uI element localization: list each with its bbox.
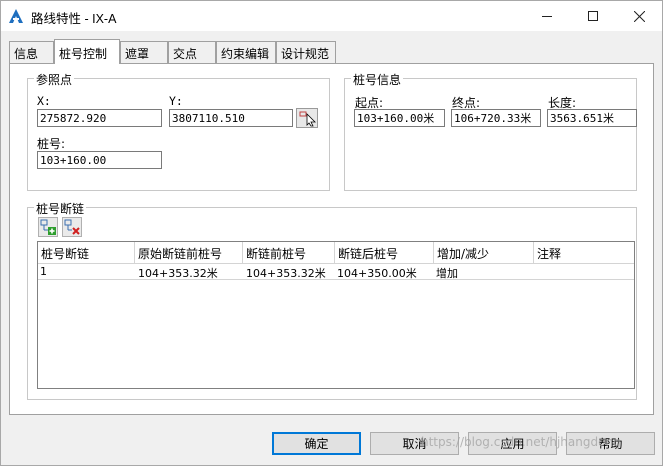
column-header[interactable]: 桩号断链 xyxy=(38,242,135,264)
x-label: X: xyxy=(37,94,51,108)
tab-strip: 信息 桩号控制 遮罩 交点 约束编辑 设计规范 xyxy=(9,39,654,64)
column-header[interactable]: 断链前桩号 xyxy=(243,242,335,264)
column-header[interactable]: 增加/减少 xyxy=(434,242,534,264)
table-row[interactable]: 1 104+353.32米 104+353.32米 104+350.00米 增加 xyxy=(38,264,634,280)
tab-design-criteria[interactable]: 设计规范 xyxy=(276,41,336,63)
station-info-title: 桩号信息 xyxy=(351,71,404,88)
column-header[interactable]: 原始断链前桩号 xyxy=(135,242,243,264)
direction-cell[interactable]: 增加 xyxy=(436,265,458,281)
cancel-button[interactable]: 取消 xyxy=(370,432,459,455)
ahead-station-cell[interactable]: 104+350.00米 xyxy=(337,265,417,281)
station-label: 桩号: xyxy=(37,137,66,151)
tab-masks[interactable]: 遮罩 xyxy=(120,41,168,63)
minimize-button[interactable] xyxy=(524,1,570,31)
add-equation-icon xyxy=(40,219,56,235)
station-equations-title: 桩号断链 xyxy=(34,200,87,217)
close-button[interactable] xyxy=(616,1,662,31)
delete-equation-button[interactable] xyxy=(62,217,82,237)
x-field[interactable] xyxy=(37,109,162,127)
station-info-group: 桩号信息 xyxy=(344,71,637,191)
back-station-cell[interactable]: 104+353.32米 xyxy=(246,265,326,281)
y-label: Y: xyxy=(169,94,183,108)
reference-point-title: 参照点 xyxy=(34,71,75,88)
minimize-icon xyxy=(542,15,552,17)
column-header[interactable]: 注释 xyxy=(534,242,634,264)
station-equations-table[interactable]: 桩号断链 原始断链前桩号 断链前桩号 断链后桩号 增加/减少 注释 1 104+… xyxy=(37,241,635,389)
tab-constraint-editing[interactable]: 约束编辑 xyxy=(216,41,276,63)
end-station-field[interactable] xyxy=(451,109,541,127)
window-title: 路线特性 - IX-A xyxy=(31,12,117,26)
start-station-field[interactable] xyxy=(354,109,445,127)
tab-info[interactable]: 信息 xyxy=(9,41,54,63)
tab-station-control[interactable]: 桩号控制 xyxy=(54,39,120,64)
pick-point-button[interactable] xyxy=(296,108,318,128)
tab-points-of-intersection[interactable]: 交点 xyxy=(168,41,216,63)
dialog-window: 路线特性 - IX-A 信息 桩号控制 遮罩 交点 约束编辑 设计规范 参照点 … xyxy=(0,0,663,466)
ok-button[interactable]: 确定 xyxy=(272,432,361,455)
y-field[interactable] xyxy=(169,109,293,127)
civil3d-a-icon xyxy=(9,9,23,23)
close-icon xyxy=(633,10,645,22)
length-field[interactable] xyxy=(547,109,637,127)
table-header: 桩号断链 原始断链前桩号 断链前桩号 断链后桩号 增加/减少 注释 xyxy=(38,242,634,264)
column-header[interactable]: 断链后桩号 xyxy=(335,242,434,264)
title-bar: 路线特性 - IX-A xyxy=(1,1,662,31)
station-field[interactable] xyxy=(37,151,162,169)
help-button[interactable]: 帮助 xyxy=(566,432,655,455)
raw-back-station-cell[interactable]: 104+353.32米 xyxy=(138,265,218,281)
maximize-icon xyxy=(588,11,598,21)
apply-button[interactable]: 应用 xyxy=(468,432,557,455)
pick-point-icon xyxy=(299,111,316,127)
maximize-button[interactable] xyxy=(570,1,616,31)
equation-number-cell[interactable]: 1 xyxy=(40,265,47,278)
delete-equation-icon xyxy=(64,219,80,235)
add-equation-button[interactable] xyxy=(38,217,58,237)
